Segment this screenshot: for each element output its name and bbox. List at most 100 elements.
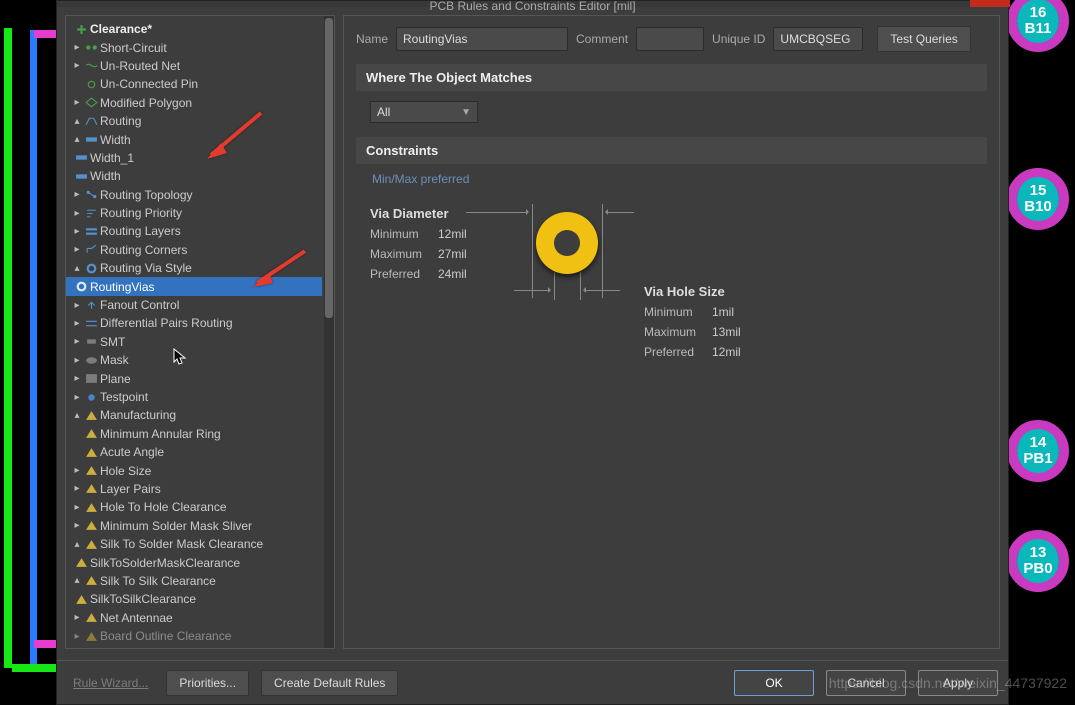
bg-pad: 16B11 [1017,0,1059,43]
tree-item-diff-pairs[interactable]: Differential Pairs Routing [100,316,233,330]
tree-item-routing-corners[interactable]: Routing Corners [100,243,187,257]
tree-item-layer-pairs[interactable]: Layer Pairs [100,482,161,496]
tree-item-mask[interactable]: Mask [100,353,129,367]
tree-item-testpoint[interactable]: Testpoint [100,390,148,404]
rule-wizard-button[interactable]: Rule Wizard... [67,670,154,696]
tree-item-silk-silk-rule[interactable]: SilkToSilkClearance [90,592,196,606]
minmax-link[interactable]: Min/Max preferred [372,172,987,186]
expander-icon[interactable]: ▸ [72,520,82,531]
tree-item-silk-solder[interactable]: Silk To Solder Mask Clearance [100,537,263,551]
tree-item-silk-solder-rule[interactable]: SilkToSolderMaskClearance [90,556,240,570]
expander-icon[interactable]: ▸ [72,300,82,311]
tree-item-width[interactable]: Width [90,169,121,183]
tree-item-net-antennae[interactable]: Net Antennae [100,611,173,625]
name-input[interactable] [396,27,568,51]
scrollbar-thumb[interactable] [325,18,333,318]
expander-icon[interactable]: ▸ [72,318,82,329]
apply-button[interactable]: Apply [918,670,998,696]
name-label: Name [356,32,388,46]
match-combo[interactable]: All ▼ [370,101,478,123]
width-rule-icon [74,170,88,182]
test-queries-button[interactable]: Test Queries [877,26,970,52]
uid-input[interactable] [773,27,863,51]
diam-pref-value[interactable]: 24mil [438,267,474,281]
uid-label: Unique ID [712,32,765,46]
comment-input[interactable] [636,27,704,51]
expander-icon[interactable]: ▸ [72,97,82,108]
expander-icon[interactable]: ▸ [72,392,82,403]
diam-pref-label: Preferred [370,267,426,281]
tree-item-silk-silk[interactable]: Silk To Silk Clearance [100,574,216,588]
ok-button[interactable]: OK [734,670,814,696]
tree-item-short-circuit[interactable]: Short-Circuit [100,41,167,55]
tree-item-width1[interactable]: Width_1 [90,151,134,165]
expander-icon[interactable]: ▴ [72,539,82,550]
angle-icon [84,446,98,458]
tree-item-min-solder-sliver[interactable]: Minimum Solder Mask Sliver [100,519,252,533]
cancel-button[interactable]: Cancel [826,670,906,696]
expander-icon[interactable]: ▸ [72,226,82,237]
expander-icon[interactable]: ▸ [72,42,82,53]
expander-icon[interactable] [72,428,82,439]
tree-item-routing-topology[interactable]: Routing Topology [100,188,193,202]
tree-item-unrouted-net[interactable]: Un-Routed Net [100,59,180,73]
tree-item-manufacturing[interactable]: Manufacturing [100,408,176,422]
tree-item-hole-size[interactable]: Hole Size [100,464,151,478]
tree-item-width-group[interactable]: Width [100,133,131,147]
tree-item-modified-polygon[interactable]: Modified Polygon [100,96,192,110]
tree-item-routingvias[interactable]: RoutingVias [90,280,155,294]
expander-icon[interactable]: ▸ [72,631,82,642]
expander-icon[interactable]: ▸ [72,502,82,513]
tree-item-board-outline[interactable]: Board Outline Clearance [100,629,231,643]
routing-icon [84,115,98,127]
fanout-icon [84,299,98,311]
tree-item-min-annular[interactable]: Minimum Annular Ring [100,427,221,441]
expander-icon[interactable] [72,447,82,458]
layers-icon [84,225,98,237]
expander-icon[interactable]: ▸ [72,336,82,347]
tree-item-unconnected-pin[interactable]: Un-Connected Pin [100,77,198,91]
hole-min-value[interactable]: 1mil [712,305,748,319]
expander-icon[interactable]: ▸ [72,483,82,494]
close-button[interactable] [970,0,1010,7]
tree-item-fanout[interactable]: Fanout Control [100,298,179,312]
priorities-button[interactable]: Priorities... [166,670,249,696]
tree-item-clearance[interactable]: Clearance* [90,22,152,36]
expander-icon[interactable]: ▸ [72,189,82,200]
tree-item-smt[interactable]: SMT [100,335,125,349]
tree-item-acute-angle[interactable]: Acute Angle [100,445,164,459]
tree-item-plane[interactable]: Plane [100,372,131,386]
tree-item-routing-priority[interactable]: Routing Priority [100,206,182,220]
expander-icon[interactable]: ▴ [72,134,82,145]
create-default-button[interactable]: Create Default Rules [261,670,398,696]
comment-label: Comment [576,32,628,46]
expander-icon[interactable]: ▴ [72,263,82,274]
expander-icon[interactable]: ▸ [72,208,82,219]
expander-icon[interactable]: ▸ [72,612,82,623]
topology-icon [84,189,98,201]
constraints-header: Constraints [356,137,987,164]
hole-pref-value[interactable]: 12mil [712,345,748,359]
expander-icon[interactable]: ▸ [72,355,82,366]
tree-item-routing-via-style[interactable]: Routing Via Style [100,261,192,275]
tree-item-hole-to-hole[interactable]: Hole To Hole Clearance [100,500,227,514]
expander-icon[interactable]: ▸ [72,244,82,255]
tree-item-routing[interactable]: Routing [100,114,141,128]
expander-icon[interactable]: ▸ [72,373,82,384]
titlebar[interactable]: PCB Rules and Constraints Editor [mil] [57,1,1008,7]
expander-icon[interactable]: ▴ [72,116,82,127]
detail-panel: Name Comment Unique ID Test Queries Wher… [343,15,1000,649]
rule-tree[interactable]: Clearance* ▸ Short-Circuit ▸ Un-Routed Net… [65,15,335,649]
expander-icon[interactable]: ▴ [72,410,82,421]
diam-max-value[interactable]: 27mil [438,247,474,261]
tree-item-routing-layers[interactable]: Routing Layers [100,224,181,238]
expander-icon[interactable]: ▸ [72,60,82,71]
scrollbar[interactable] [324,16,334,648]
expander-icon[interactable] [72,79,82,90]
diam-min-value[interactable]: 12mil [438,227,474,241]
expander-icon[interactable]: ▴ [72,575,82,586]
expander-icon[interactable]: ▸ [72,465,82,476]
hole-max-value[interactable]: 13mil [712,325,748,339]
hole-size-icon [84,465,98,477]
sliver-icon [84,520,98,532]
